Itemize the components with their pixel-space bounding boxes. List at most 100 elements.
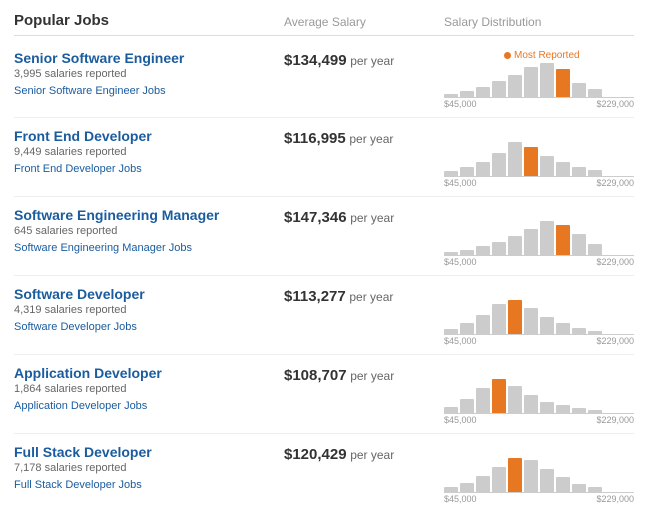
bar-segment bbox=[492, 153, 506, 176]
bar-segment bbox=[508, 236, 522, 255]
bar-segment bbox=[556, 69, 570, 97]
axis-min: $45,000 bbox=[444, 99, 477, 109]
job-link[interactable]: Front End Developer Jobs bbox=[14, 163, 142, 175]
bar-segment bbox=[524, 308, 538, 334]
salary-col: $108,707 per year bbox=[284, 365, 444, 384]
bar-segment bbox=[572, 484, 586, 492]
job-link[interactable]: Senior Software Engineer Jobs bbox=[14, 85, 166, 97]
table-row: Software Engineering Manager 645 salarie… bbox=[14, 197, 634, 276]
bar-segment bbox=[524, 395, 538, 413]
bar-segment bbox=[588, 244, 602, 255]
bar-segment bbox=[540, 317, 554, 334]
bar-segment bbox=[508, 142, 522, 176]
axis-labels: $45,000 $229,000 bbox=[444, 494, 634, 504]
job-title[interactable]: Application Developer bbox=[14, 365, 162, 381]
bar-segment bbox=[540, 221, 554, 255]
job-link[interactable]: Software Developer Jobs bbox=[14, 321, 137, 333]
job-info: Senior Software Engineer 3,995 salaries … bbox=[14, 50, 284, 97]
job-title[interactable]: Software Engineering Manager bbox=[14, 207, 219, 223]
axis-labels: $45,000 $229,000 bbox=[444, 336, 634, 346]
bar-chart bbox=[444, 63, 602, 97]
axis-min: $45,000 bbox=[444, 415, 477, 425]
salaries-reported: 3,995 salaries reported bbox=[14, 68, 284, 80]
axis-max: $229,000 bbox=[596, 178, 634, 188]
salary-col: $113,277 per year bbox=[284, 286, 444, 305]
axis-max: $229,000 bbox=[596, 257, 634, 267]
average-salary-header: Average Salary bbox=[284, 15, 444, 29]
bar-segment bbox=[556, 405, 570, 413]
bar-segment bbox=[476, 315, 490, 334]
bar-segment bbox=[508, 75, 522, 97]
bar-segment bbox=[524, 67, 538, 97]
bar-segment bbox=[572, 83, 586, 97]
main-container: Popular Jobs Average Salary Salary Distr… bbox=[0, 0, 648, 524]
job-title[interactable]: Senior Software Engineer bbox=[14, 50, 184, 66]
bar-chart bbox=[444, 221, 602, 255]
bar-segment bbox=[460, 483, 474, 492]
axis-line bbox=[444, 334, 634, 335]
bar-segment bbox=[476, 87, 490, 97]
per-year: per year bbox=[349, 290, 393, 304]
bar-segment bbox=[492, 242, 506, 255]
axis-line bbox=[444, 413, 634, 414]
axis-line bbox=[444, 492, 634, 493]
most-reported-dot bbox=[504, 52, 511, 59]
bar-segment bbox=[492, 467, 506, 492]
table-row: Application Developer 1,864 salaries rep… bbox=[14, 355, 634, 434]
dist-col: $45,000 $229,000 bbox=[444, 444, 634, 504]
salary-amount: $108,707 bbox=[284, 367, 347, 384]
salary-col: $134,499 per year bbox=[284, 50, 444, 69]
per-year: per year bbox=[350, 369, 394, 383]
bar-segment bbox=[572, 234, 586, 255]
dist-col: Most Reported $45,000 $229,000 bbox=[444, 50, 634, 109]
salaries-reported: 4,319 salaries reported bbox=[14, 304, 284, 316]
most-reported-label: Most Reported bbox=[504, 50, 580, 61]
axis-max: $229,000 bbox=[596, 494, 634, 504]
bar-segment bbox=[540, 469, 554, 492]
bar-segment bbox=[556, 477, 570, 492]
bar-segment bbox=[556, 225, 570, 255]
salaries-reported: 9,449 salaries reported bbox=[14, 146, 284, 158]
bar-segment bbox=[556, 162, 570, 176]
salaries-reported: 1,864 salaries reported bbox=[14, 383, 284, 395]
bar-segment bbox=[524, 229, 538, 255]
bar-chart bbox=[444, 300, 602, 334]
bar-chart bbox=[444, 379, 602, 413]
axis-line bbox=[444, 255, 634, 256]
bar-segment bbox=[588, 89, 602, 97]
salary-amount: $147,346 bbox=[284, 209, 347, 226]
job-title[interactable]: Software Developer bbox=[14, 286, 145, 302]
bar-segment bbox=[524, 147, 538, 176]
salary-amount: $113,277 bbox=[284, 288, 346, 305]
dist-col: $45,000 $229,000 bbox=[444, 286, 634, 346]
salary-col: $120,429 per year bbox=[284, 444, 444, 463]
dist-col: $45,000 $229,000 bbox=[444, 128, 634, 188]
axis-line bbox=[444, 176, 634, 177]
axis-min: $45,000 bbox=[444, 494, 477, 504]
popular-jobs-header: Popular Jobs bbox=[14, 12, 284, 29]
bar-segment bbox=[508, 300, 522, 334]
bar-segment bbox=[460, 323, 474, 334]
per-year: per year bbox=[349, 132, 393, 146]
salary-amount: $134,499 bbox=[284, 52, 347, 69]
most-reported-text: Most Reported bbox=[514, 50, 580, 61]
axis-labels: $45,000 $229,000 bbox=[444, 257, 634, 267]
bar-segment bbox=[476, 162, 490, 176]
bar-chart bbox=[444, 142, 602, 176]
job-info: Full Stack Developer 7,178 salaries repo… bbox=[14, 444, 284, 491]
job-info: Application Developer 1,864 salaries rep… bbox=[14, 365, 284, 412]
bar-segment bbox=[492, 81, 506, 97]
axis-max: $229,000 bbox=[596, 99, 634, 109]
job-title[interactable]: Full Stack Developer bbox=[14, 444, 152, 460]
axis-min: $45,000 bbox=[444, 257, 477, 267]
dist-col: $45,000 $229,000 bbox=[444, 365, 634, 425]
salaries-reported: 7,178 salaries reported bbox=[14, 462, 284, 474]
bar-segment bbox=[460, 167, 474, 176]
job-link[interactable]: Application Developer Jobs bbox=[14, 400, 147, 412]
table-row: Senior Software Engineer 3,995 salaries … bbox=[14, 40, 634, 118]
axis-min: $45,000 bbox=[444, 178, 477, 188]
job-title[interactable]: Front End Developer bbox=[14, 128, 152, 144]
bar-segment bbox=[524, 460, 538, 492]
job-link[interactable]: Software Engineering Manager Jobs bbox=[14, 242, 192, 254]
job-link[interactable]: Full Stack Developer Jobs bbox=[14, 479, 142, 491]
